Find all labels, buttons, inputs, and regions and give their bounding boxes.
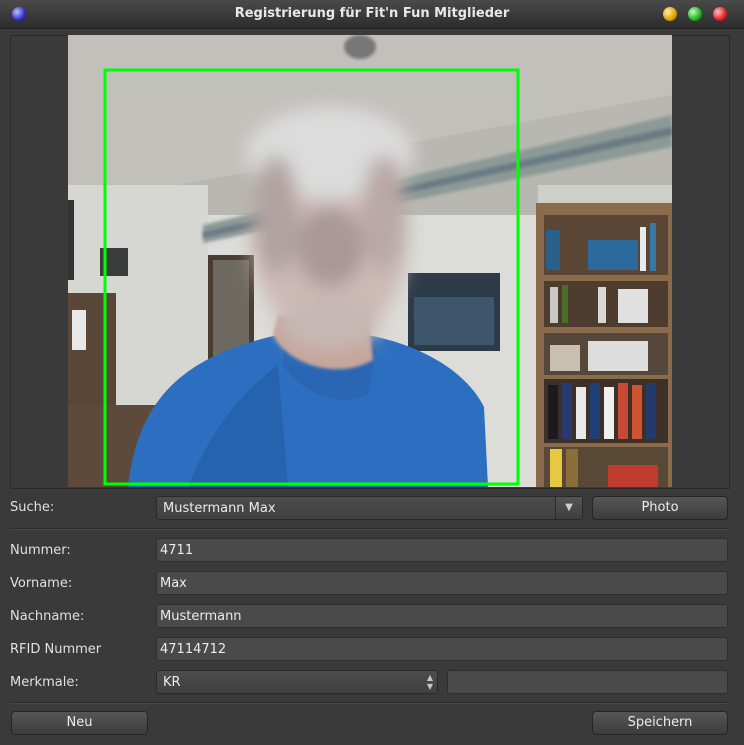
new-button[interactable]: Neu (11, 711, 148, 735)
maximize-icon[interactable] (688, 7, 702, 21)
close-icon[interactable] (713, 7, 727, 21)
rfid-label: RFID Nummer (10, 642, 102, 657)
nummer-field[interactable]: 4711 (156, 538, 728, 562)
save-button[interactable]: Speichern (592, 711, 728, 735)
merkmale-value: KR (163, 675, 181, 690)
window-title: Registrierung für Fit'n Fun Mitglieder (234, 6, 510, 21)
divider (10, 702, 728, 704)
dropdown-arrow-icon[interactable]: ▼ (555, 497, 582, 519)
updown-arrows-icon: ▲ ▼ (426, 673, 433, 691)
nachname-field[interactable]: Mustermann (156, 604, 728, 628)
merkmale-extra-field[interactable] (447, 670, 728, 694)
search-combobox[interactable]: Mustermann Max ▼ (156, 496, 583, 520)
title-bar: Registrierung für Fit'n Fun Mitglieder (0, 0, 744, 29)
nummer-label: Nummer: (10, 543, 71, 558)
divider (10, 528, 728, 530)
merkmale-select[interactable]: KR ▲ ▼ (156, 670, 438, 694)
vorname-label: Vorname: (10, 576, 73, 591)
merkmale-label: Merkmale: (10, 675, 79, 690)
vorname-field[interactable]: Max (156, 571, 728, 595)
nachname-label: Nachname: (10, 609, 85, 624)
minimize-icon[interactable] (663, 7, 677, 21)
rfid-field[interactable]: 47114712 (156, 637, 728, 661)
search-label: Suche: (10, 500, 55, 515)
camera-preview (68, 35, 672, 487)
camera-image (68, 35, 672, 487)
photo-button[interactable]: Photo (592, 496, 728, 520)
search-value: Mustermann Max (163, 501, 276, 516)
